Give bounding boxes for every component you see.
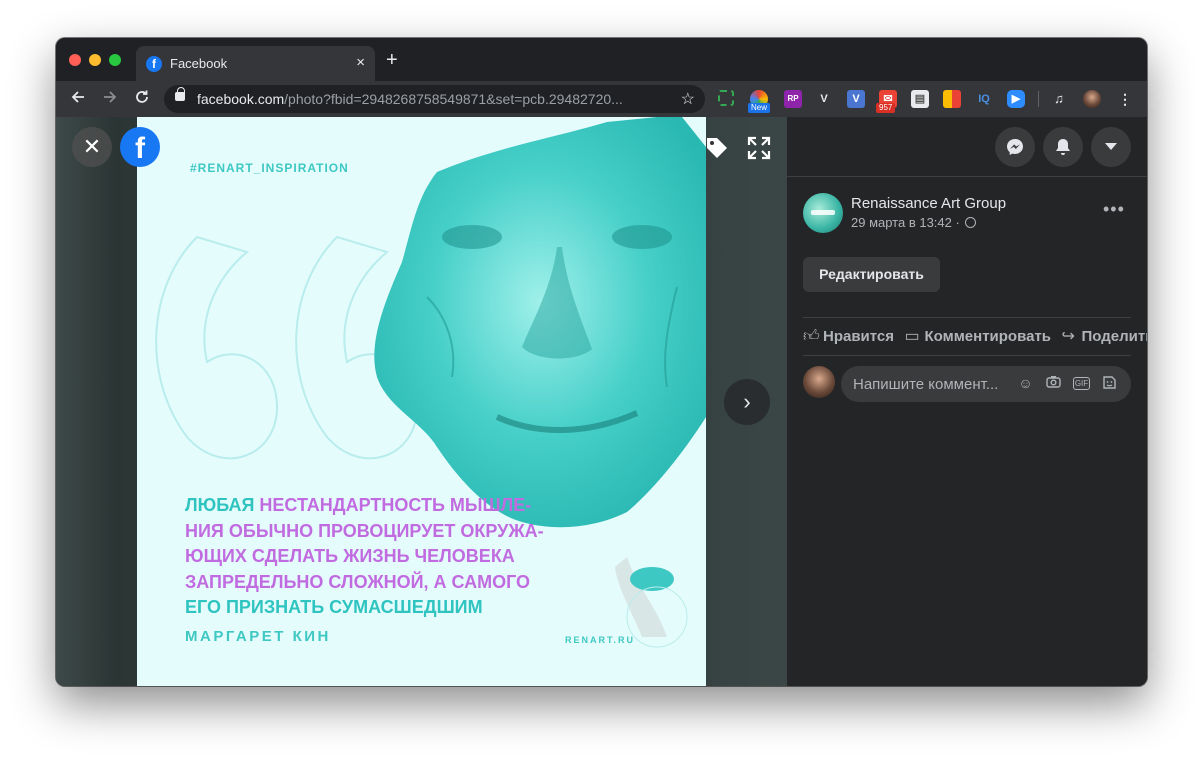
quote-author: МАРГАРЕТ КИН xyxy=(185,628,331,645)
gif-icon[interactable]: GIF xyxy=(1073,377,1090,390)
emoji-icon[interactable]: ☺ xyxy=(1017,375,1034,392)
like-icon: 👍︎ xyxy=(803,328,820,345)
camera-icon[interactable] xyxy=(1045,375,1062,392)
comment-button[interactable]: ▭ Комментировать xyxy=(904,326,1051,346)
facebook-logo-icon[interactable]: f xyxy=(120,127,160,167)
back-arrow-icon[interactable] xyxy=(66,87,90,111)
kebab-menu-icon[interactable]: ••• xyxy=(1103,199,1125,220)
flag-extension-icon[interactable] xyxy=(943,90,961,108)
page-content: #RENART_INSPIRATION ЛЮБАЯ НЕСТАНДАРТНОСТ… xyxy=(56,117,1147,686)
edit-button[interactable]: Редактировать xyxy=(803,257,940,292)
zoom-extension-icon[interactable]: ▶ xyxy=(1007,90,1025,108)
comment-placeholder: Напишите коммент... xyxy=(853,376,999,393)
browser-menu-icon[interactable]: ⋮ xyxy=(1116,90,1134,108)
post-meta: 29 марта в 13:42 · xyxy=(851,215,977,230)
vk-extension-icon[interactable]: V xyxy=(847,90,865,108)
url-text: facebook.com/photo?fbid=2948268758549871… xyxy=(197,91,623,107)
like-button[interactable]: 👍︎ Нравится xyxy=(803,327,894,346)
globe-icon xyxy=(965,217,977,228)
lock-icon xyxy=(175,87,185,101)
reload-icon[interactable] xyxy=(130,87,154,111)
quote-line-2: НИЯ ОБЫЧНО ПРОВОЦИРУЕТ ОКРУЖА- xyxy=(185,520,544,541)
facebook-favicon-icon: f xyxy=(146,56,162,72)
inbox-extension-icon[interactable]: ▤ xyxy=(911,90,929,108)
comment-input[interactable]: Напишите коммент... ☺ GIF xyxy=(841,366,1131,402)
messenger-icon[interactable] xyxy=(995,127,1035,167)
expand-icon[interactable] xyxy=(746,135,772,161)
forward-arrow-icon[interactable] xyxy=(98,87,122,111)
close-viewer-button[interactable]: ✕ xyxy=(72,127,112,167)
share-button[interactable]: ↪Поделиться xyxy=(1061,326,1147,346)
v-extension-icon[interactable]: V xyxy=(815,90,833,108)
site-watermark: RENART.RU xyxy=(565,635,636,645)
quote-line-3: ЮЩИХ СДЕЛАТЬ ЖИЗНЬ ЧЕЛОВЕКА xyxy=(185,546,515,566)
iq-extension-icon[interactable]: IQ xyxy=(975,90,993,108)
hashtag-text: #RENART_INSPIRATION xyxy=(190,161,349,175)
browser-tab[interactable]: f Facebook × xyxy=(136,46,375,81)
star-icon[interactable]: ☆ xyxy=(681,89,695,109)
post-side-panel: Renaissance Art Group 29 марта в 13:42 ·… xyxy=(787,117,1147,686)
tab-close-icon[interactable]: × xyxy=(356,54,365,71)
post-actions: 👍︎Нравится ▭Комментировать ↪Поделиться xyxy=(803,326,1147,350)
browser-toolbar: facebook.com/photo?fbid=2948268758549871… xyxy=(56,81,1147,117)
sticker-icon[interactable] xyxy=(1101,375,1118,392)
next-photo-button[interactable]: › xyxy=(724,379,770,425)
media-control-icon[interactable]: ♫ xyxy=(1050,90,1068,108)
bell-icon[interactable] xyxy=(1043,127,1083,167)
profile-avatar[interactable] xyxy=(1083,90,1101,108)
toolbar-divider xyxy=(1038,91,1039,107)
share-icon: ↪ xyxy=(1061,328,1075,345)
quote-text: ЛЮБАЯ НЕСТАНДАРТНОСТЬ МЫШЛЕ- НИЯ ОБЫЧНО … xyxy=(185,493,565,621)
post-author-name[interactable]: Renaissance Art Group xyxy=(851,195,1006,212)
window-minimize-button[interactable] xyxy=(89,54,101,66)
post-date[interactable]: 29 марта в 13:42 · xyxy=(851,215,960,230)
tag-icon[interactable] xyxy=(704,135,730,167)
new-tab-button[interactable]: + xyxy=(386,50,398,70)
rp-extension-icon[interactable]: RP xyxy=(784,90,802,108)
window-zoom-button[interactable] xyxy=(109,54,121,66)
browser-window: f Facebook × + facebook.com/photo?fbid=2… xyxy=(56,38,1147,686)
tab-strip: f Facebook × + xyxy=(56,38,1147,81)
new-badge: New xyxy=(748,103,771,113)
current-user-avatar[interactable] xyxy=(803,366,835,398)
photo-image[interactable]: #RENART_INSPIRATION ЛЮБАЯ НЕСТАНДАРТНОСТ… xyxy=(137,117,706,686)
window-close-button[interactable] xyxy=(69,54,81,66)
address-bar[interactable]: facebook.com/photo?fbid=2948268758549871… xyxy=(164,85,705,113)
quote-line-1: ЛЮБАЯ НЕСТАНДАРТНОСТЬ МЫШЛЕ- xyxy=(185,495,532,515)
page-avatar[interactable] xyxy=(803,193,843,233)
quote-line-5: ЕГО ПРИЗНАТЬ СУМАСШЕДШИМ xyxy=(185,597,483,617)
screenshot-extension-icon[interactable] xyxy=(718,90,734,106)
quote-line-4: ЗАПРЕДЕЛЬНО СЛОЖНОЙ, А САМОГО xyxy=(185,571,531,592)
photo-viewer: #RENART_INSPIRATION ЛЮБАЯ НЕСТАНДАРТНОСТ… xyxy=(56,117,787,686)
caret-down-icon[interactable] xyxy=(1091,127,1131,167)
mail-count-badge: 957 xyxy=(876,103,896,113)
side-header xyxy=(787,117,1147,177)
comment-icon: ▭ xyxy=(904,328,920,345)
actions-top-divider xyxy=(803,317,1131,318)
actions-bottom-divider xyxy=(803,355,1131,356)
tab-title: Facebook xyxy=(170,56,228,71)
